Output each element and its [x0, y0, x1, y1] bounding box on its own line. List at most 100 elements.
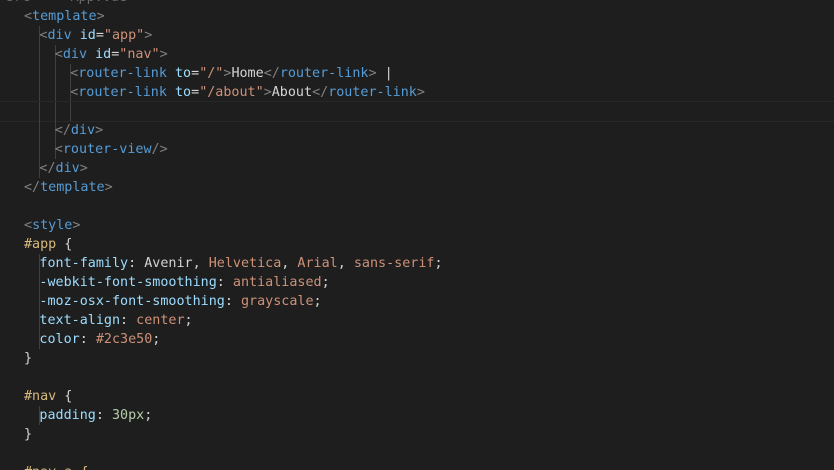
- code-line[interactable]: </template>: [0, 178, 834, 197]
- code-line[interactable]: font-family: Avenir, Helvetica, Arial, s…: [0, 254, 834, 273]
- indent-guide: [54, 102, 56, 121]
- code-token: Arial: [297, 256, 338, 271]
- code-token: ;: [152, 332, 161, 347]
- code-line[interactable]: color: #2c3e50;: [0, 330, 834, 349]
- code-token: >: [96, 9, 105, 24]
- code-token: "/": [199, 66, 224, 81]
- indent-guide: [39, 102, 41, 121]
- code-token: :: [79, 332, 96, 347]
- indent-guide: [39, 121, 41, 140]
- code-line[interactable]: <div id="app">: [0, 26, 834, 45]
- indent-guide: [39, 64, 41, 83]
- code-line[interactable]: <style>: [0, 216, 834, 235]
- code-token: ;: [321, 275, 330, 290]
- code-token: :: [216, 275, 233, 290]
- code-line[interactable]: <router-view/>: [0, 140, 834, 159]
- code-line[interactable]: text-align: center;: [0, 311, 834, 330]
- code-token: router-link: [78, 66, 167, 81]
- code-text: </template>: [24, 180, 113, 195]
- code-line[interactable]: <template>: [0, 7, 834, 26]
- code-token: #2c3e50: [95, 332, 153, 347]
- code-token: grayscale: [240, 294, 314, 309]
- code-token: ;: [184, 313, 193, 328]
- code-text: src > ▸ App.vue: [6, 0, 127, 5]
- code-token: <: [54, 142, 63, 157]
- code-token: Home: [231, 66, 264, 81]
- code-text: text-align: center;: [39, 313, 192, 328]
- code-line[interactable]: #nav {: [0, 387, 834, 406]
- code-line[interactable]: padding: 30px;: [0, 406, 834, 425]
- code-token: div: [62, 47, 88, 62]
- code-token: to: [175, 85, 192, 100]
- code-token: {: [56, 389, 73, 404]
- code-token: font-family: [39, 256, 129, 271]
- code-token: <: [24, 218, 33, 233]
- code-text: #nav a {: [24, 465, 89, 470]
- code-text: <style>: [24, 218, 80, 233]
- indent-guide: [39, 140, 41, 159]
- code-text: </div>: [39, 161, 87, 176]
- code-token: </: [39, 161, 56, 176]
- code-token: padding: [39, 408, 96, 423]
- code-token: {: [56, 237, 73, 252]
- code-line[interactable]: </div>: [0, 159, 834, 178]
- code-line[interactable]: -moz-osx-font-smoothing: grayscale;: [0, 292, 834, 311]
- code-token: ;: [144, 408, 153, 423]
- code-token: Avenir: [144, 256, 193, 271]
- code-text: color: #2c3e50;: [39, 332, 160, 347]
- code-token: router-link: [279, 66, 369, 81]
- code-token: sans-serif: [353, 256, 435, 271]
- code-token: :: [120, 313, 137, 328]
- code-token: div: [47, 28, 72, 43]
- code-line[interactable]: #nav a {: [0, 463, 834, 470]
- code-token: antialiased: [232, 275, 322, 290]
- code-line[interactable]: [0, 444, 834, 463]
- code-text: font-family: Avenir, Helvetica, Arial, s…: [39, 256, 442, 271]
- code-token: -webkit-font-smoothing: [39, 275, 217, 290]
- code-token: ,: [281, 256, 298, 271]
- code-token: </: [263, 66, 280, 81]
- code-token: router-view: [62, 142, 152, 157]
- indent-guide: [54, 64, 56, 83]
- code-token: #app: [24, 237, 57, 252]
- current-line[interactable]: [0, 101, 834, 122]
- code-token: >: [72, 218, 81, 233]
- code-text: -webkit-font-smoothing: antialiased;: [39, 275, 329, 290]
- code-token: ;: [434, 256, 443, 271]
- code-lines[interactable]: src > ▸ App.vue<template><div id="app"><…: [0, 0, 834, 470]
- code-token: </: [312, 85, 329, 100]
- indent-guide: [39, 83, 41, 102]
- code-token: id: [95, 47, 112, 62]
- code-token: div: [55, 161, 80, 176]
- code-token: </: [54, 123, 71, 138]
- code-token: router-link: [78, 85, 167, 100]
- code-line[interactable]: -webkit-font-smoothing: antialiased;: [0, 273, 834, 292]
- code-token: div: [70, 123, 96, 138]
- code-token: #nav a {: [24, 465, 89, 470]
- code-token: center: [136, 313, 185, 328]
- code-token: router-link: [328, 85, 417, 100]
- code-line[interactable]: </div>: [0, 121, 834, 140]
- code-editor[interactable]: src > ▸ App.vue<template><div id="app"><…: [0, 0, 834, 470]
- code-text: -moz-osx-font-smoothing: grayscale;: [39, 294, 321, 309]
- code-line[interactable]: <router-link to="/about">About</router-l…: [0, 83, 834, 102]
- code-text: }: [24, 351, 32, 366]
- code-token: </: [24, 180, 41, 195]
- code-token: >: [159, 47, 168, 62]
- code-token: ;: [313, 294, 322, 309]
- code-line[interactable]: }: [0, 425, 834, 444]
- code-line[interactable]: <div id="nav">: [0, 45, 834, 64]
- code-line[interactable]: }: [0, 349, 834, 368]
- code-token: />: [151, 142, 168, 157]
- code-token: template: [32, 9, 97, 24]
- code-token: =: [95, 28, 104, 43]
- code-line[interactable]: [0, 368, 834, 387]
- code-line[interactable]: src > ▸ App.vue: [0, 0, 834, 7]
- code-line[interactable]: <router-link to="/">Home</router-link> |: [0, 64, 834, 83]
- code-line[interactable]: [0, 197, 834, 216]
- code-line[interactable]: #app {: [0, 235, 834, 254]
- code-token: #nav: [24, 389, 57, 404]
- code-token: :: [224, 294, 241, 309]
